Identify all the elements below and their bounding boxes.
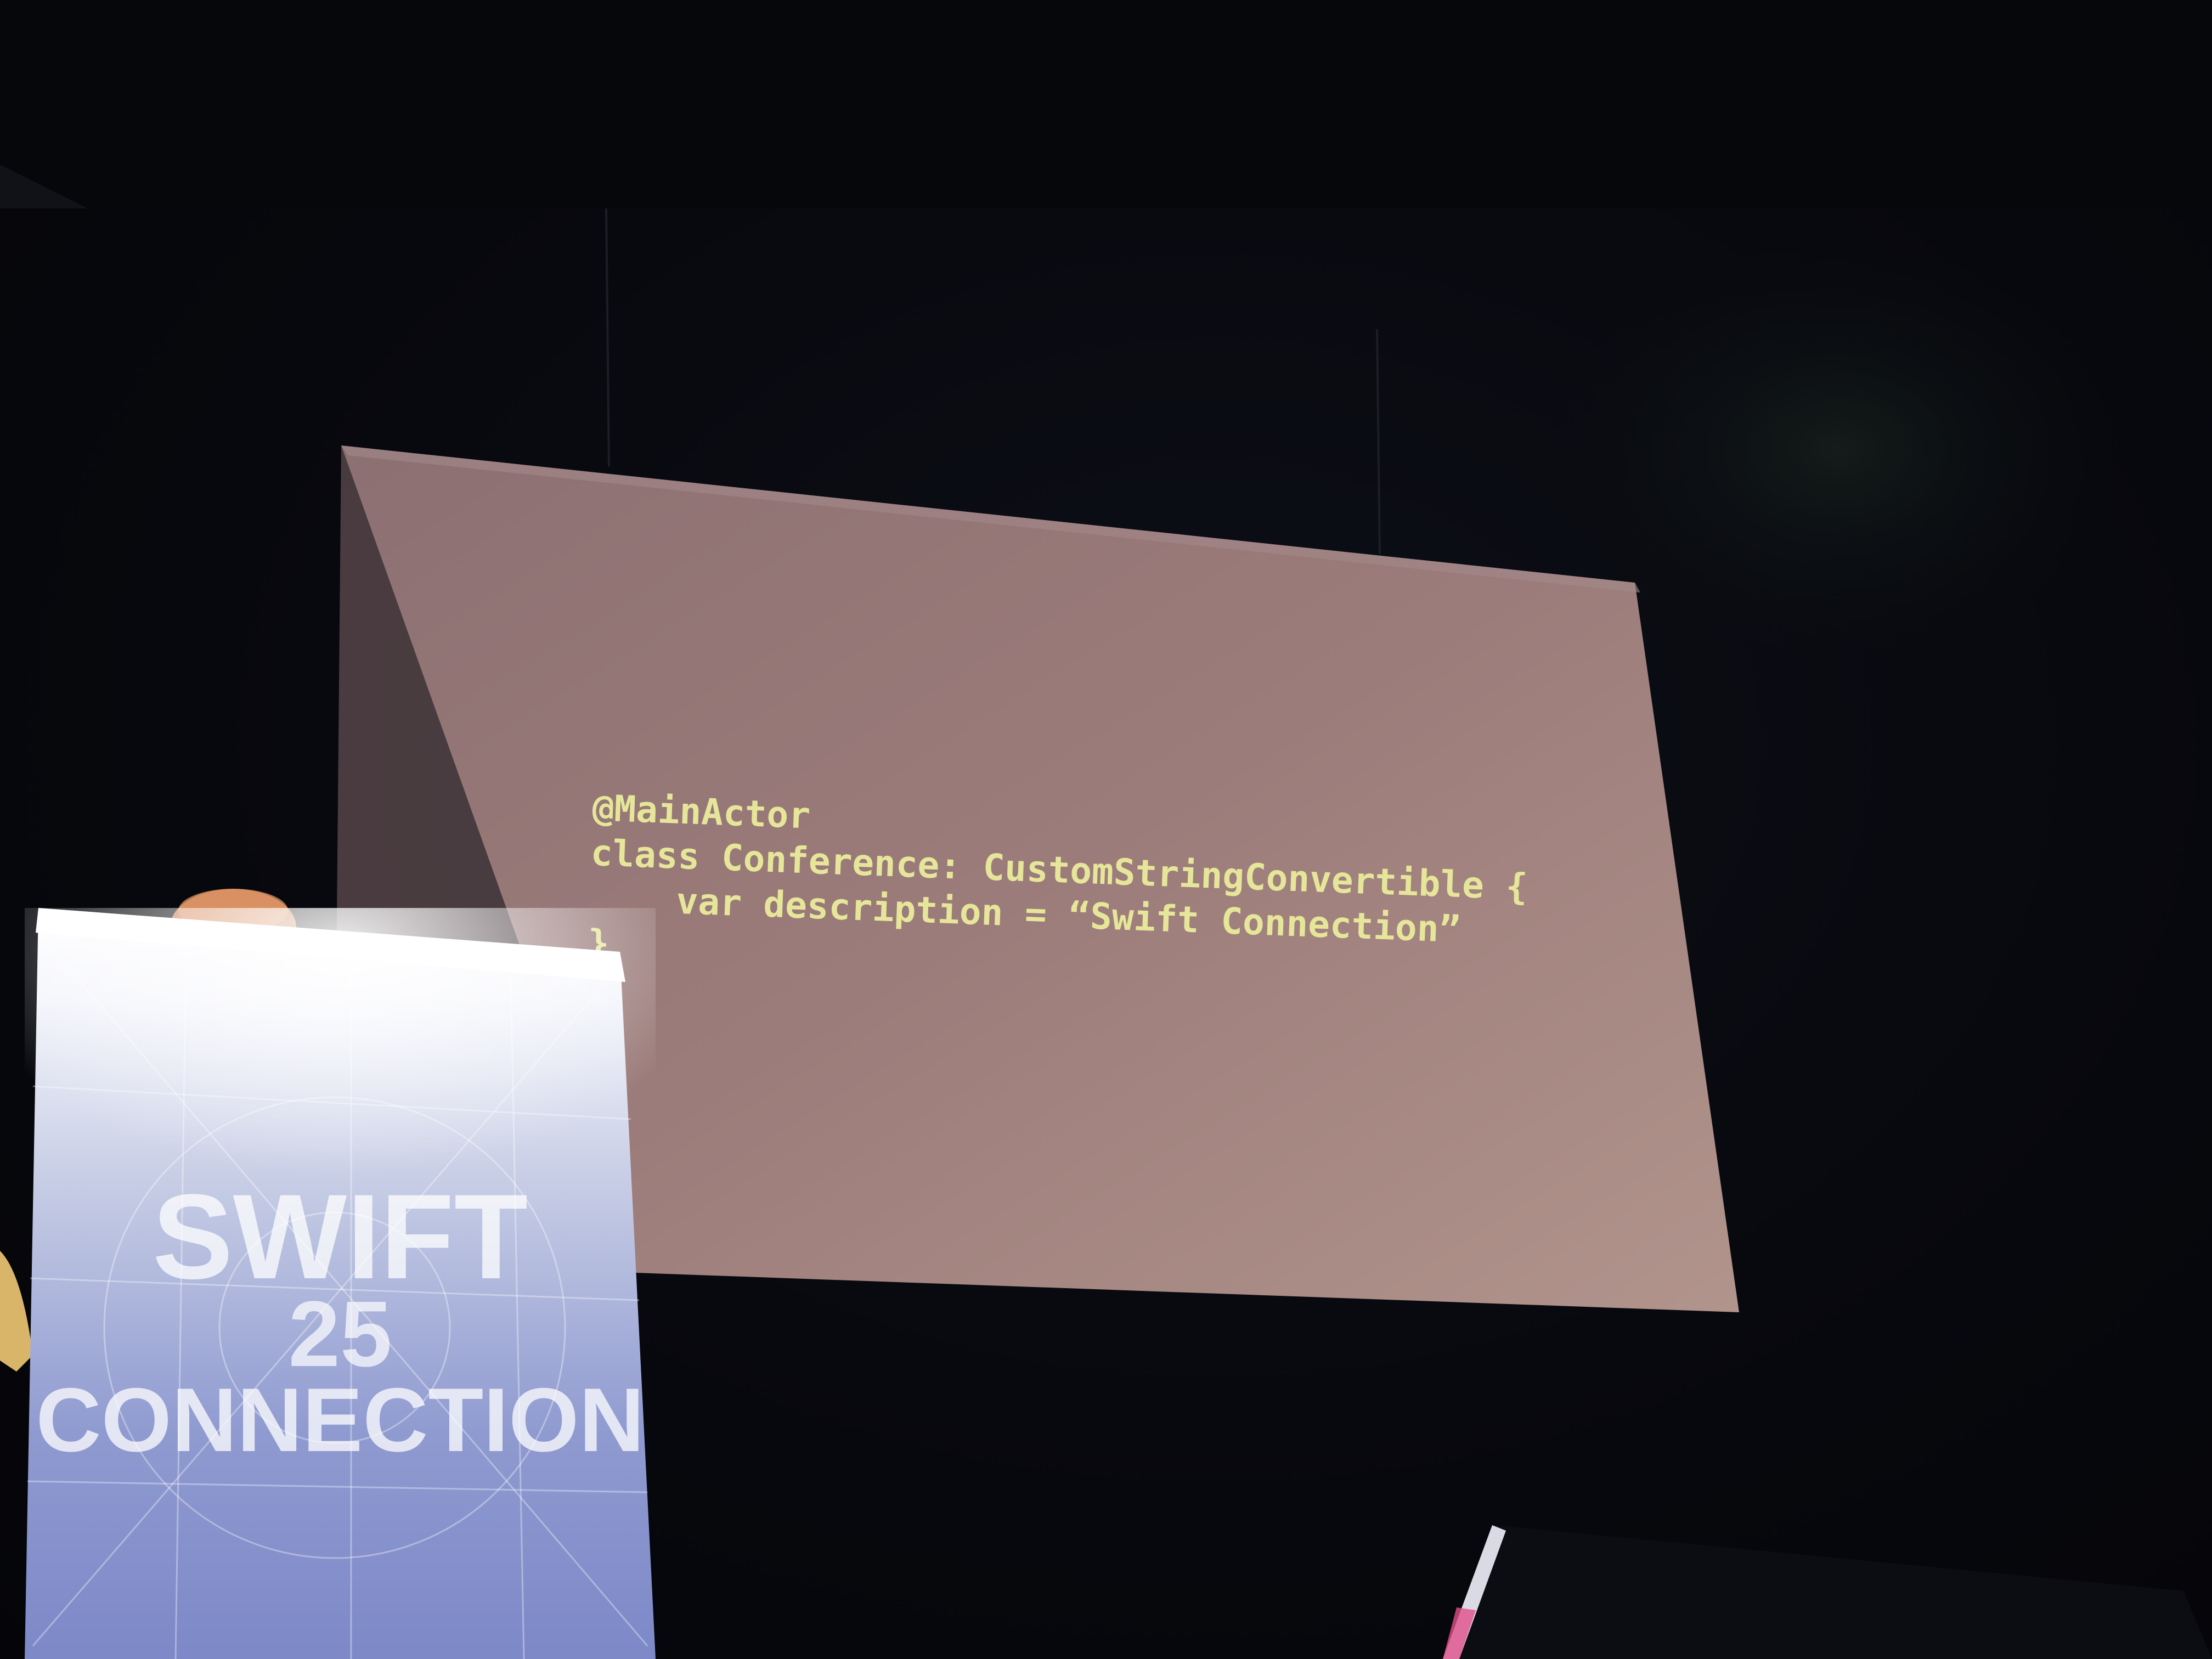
background-haze — [1553, 241, 2123, 658]
screen-wire-right — [1376, 329, 1381, 555]
ceiling — [0, 0, 2212, 208]
laptop-lid — [1443, 1525, 2212, 1659]
code-line-1: @MainActor — [591, 787, 811, 837]
stage-scene: @MainActor class Conference: CustomStrin… — [0, 0, 2212, 1659]
laptop — [1443, 1525, 2212, 1659]
screen-wire-left — [605, 208, 610, 467]
podium: SWIFT 25 CONNECTION — [25, 908, 656, 1659]
stage-photo: @MainActor class Conference: CustomStrin… — [0, 0, 2212, 1659]
podium-logo-bottom: CONNECTION — [36, 1369, 644, 1470]
